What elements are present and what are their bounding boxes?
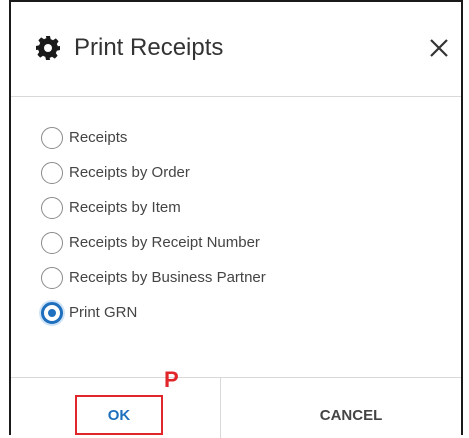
option-label: Receipts by Item [69, 199, 181, 216]
option-receipts-by-order[interactable]: Receipts by Order [41, 155, 266, 190]
footer-divider [220, 378, 221, 438]
cancel-button[interactable]: CANCEL [281, 395, 421, 435]
option-label: Receipts by Business Partner [69, 269, 266, 286]
ok-button[interactable]: OK [75, 395, 163, 435]
gear-icon [36, 36, 60, 60]
option-label: Print GRN [69, 304, 138, 321]
radio-receipts-by-item[interactable] [41, 196, 63, 219]
radio-receipts-by-business-partner[interactable] [41, 266, 63, 289]
receipt-type-radio-group: Receipts Receipts by Order Receipts by I… [41, 120, 266, 330]
radio-receipts-by-order[interactable] [41, 161, 63, 184]
option-receipts[interactable]: Receipts [41, 120, 266, 155]
option-receipts-by-receipt-number[interactable]: Receipts by Receipt Number [41, 225, 266, 260]
option-label: Receipts [69, 129, 128, 146]
print-receipts-dialog: Print Receipts Receipts Receipts by Orde… [9, 0, 463, 438]
dialog-title: Print Receipts [74, 34, 224, 61]
radio-print-grn[interactable] [41, 301, 63, 324]
option-receipts-by-item[interactable]: Receipts by Item [41, 190, 266, 225]
annotation-marker: P [164, 367, 179, 392]
option-label: Receipts by Order [69, 164, 190, 181]
option-label: Receipts by Receipt Number [69, 234, 260, 251]
radio-receipts-by-receipt-number[interactable] [41, 231, 63, 254]
radio-receipts[interactable] [41, 126, 63, 149]
dialog-header: Print Receipts [11, 2, 461, 97]
option-receipts-by-business-partner[interactable]: Receipts by Business Partner [41, 260, 266, 295]
option-print-grn[interactable]: Print GRN [41, 295, 266, 330]
dialog-footer: OK CANCEL [11, 377, 461, 438]
close-icon[interactable] [429, 38, 449, 58]
